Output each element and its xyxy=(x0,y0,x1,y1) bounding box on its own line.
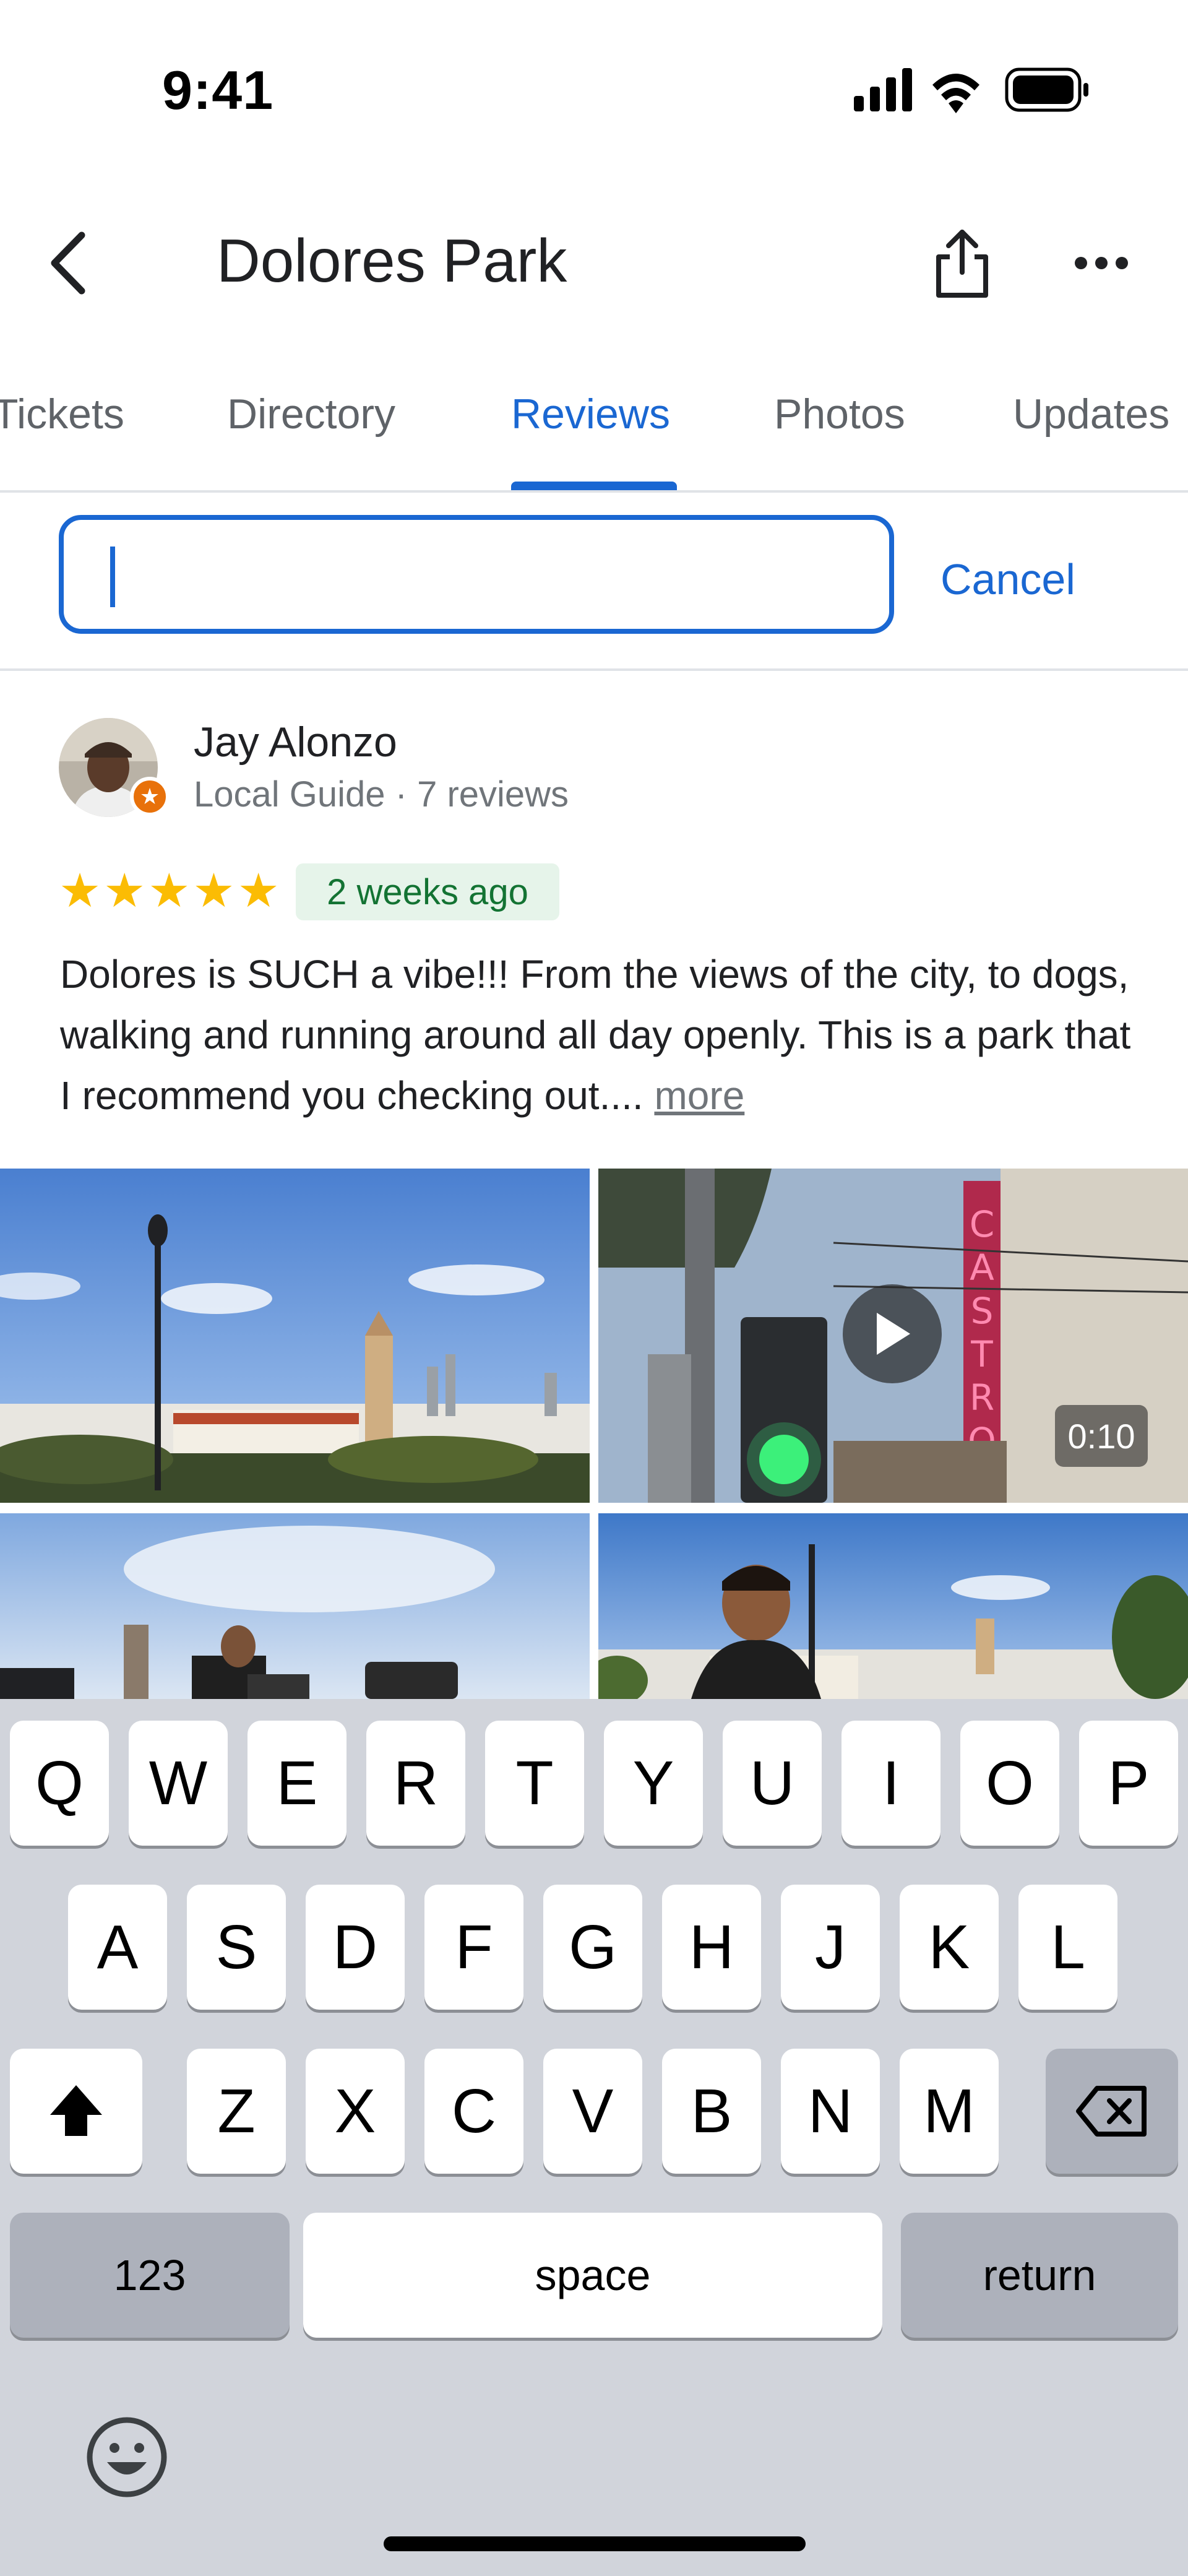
key-j[interactable]: J xyxy=(781,1885,880,2010)
battery-icon xyxy=(1005,67,1088,112)
more-horizontal-icon xyxy=(1075,257,1128,269)
tab-photos[interactable]: Photos xyxy=(774,390,905,438)
star-icon: ★ xyxy=(237,865,280,917)
share-button[interactable] xyxy=(922,220,1002,306)
space-key[interactable]: space xyxy=(303,2213,882,2338)
svg-text:C: C xyxy=(970,1203,995,1245)
emoji-button[interactable] xyxy=(84,2414,170,2500)
star-icon: ★ xyxy=(103,865,146,917)
key-n[interactable]: N xyxy=(781,2049,880,2174)
key-b[interactable]: B xyxy=(662,2049,761,2174)
tab-tickets[interactable]: Tickets xyxy=(0,390,124,438)
key-u[interactable]: U xyxy=(723,1721,822,1846)
active-tab-indicator xyxy=(511,482,677,490)
home-indicator xyxy=(384,2536,806,2551)
tab-updates[interactable]: Updates xyxy=(1013,390,1169,438)
video-duration-label: 0:10 xyxy=(1055,1405,1148,1467)
key-a[interactable]: A xyxy=(68,1885,167,2010)
key-o[interactable]: O xyxy=(960,1721,1059,1846)
shift-key[interactable] xyxy=(10,2049,142,2174)
review-author-meta: Local Guide · 7 reviews xyxy=(194,774,569,815)
key-g[interactable]: G xyxy=(543,1885,642,2010)
tab-directory[interactable]: Directory xyxy=(227,390,395,438)
review-date-badge: 2 weeks ago xyxy=(296,863,559,920)
key-i[interactable]: I xyxy=(842,1721,940,1846)
dj-photo xyxy=(0,1513,590,1699)
key-v[interactable]: V xyxy=(543,2049,642,2174)
return-key[interactable]: return xyxy=(901,2213,1178,2338)
cellular-signal-icon xyxy=(854,68,912,111)
status-icons xyxy=(854,67,1088,113)
star-icon: ★ xyxy=(192,865,235,917)
text-caret xyxy=(110,547,115,607)
svg-text:R: R xyxy=(970,1377,994,1419)
key-s[interactable]: S xyxy=(187,1885,286,2010)
tab-bar: Tickets Directory Reviews Photos Updates xyxy=(0,353,1188,493)
play-icon xyxy=(877,1313,910,1355)
key-x[interactable]: X xyxy=(306,2049,405,2174)
key-p[interactable]: P xyxy=(1079,1721,1178,1846)
key-t[interactable]: T xyxy=(485,1721,584,1846)
svg-text:A: A xyxy=(970,1247,994,1289)
park-portrait-photo xyxy=(598,1513,1188,1699)
star-icon: ★ xyxy=(148,865,191,917)
more-link[interactable]: more xyxy=(654,1073,744,1118)
emoji-icon xyxy=(87,2417,167,2497)
key-f[interactable]: F xyxy=(424,1885,523,2010)
more-options-button[interactable] xyxy=(1064,235,1138,291)
key-h[interactable]: H xyxy=(662,1885,761,2010)
divider xyxy=(0,668,1188,671)
share-icon xyxy=(936,230,988,298)
backspace-key[interactable] xyxy=(1046,2049,1178,2174)
key-l[interactable]: L xyxy=(1018,1885,1117,2010)
play-video-button[interactable] xyxy=(843,1284,942,1383)
key-r[interactable]: R xyxy=(366,1721,465,1846)
star-rating: ★ ★ ★ ★ ★ xyxy=(59,867,280,916)
review-body: Dolores is SUCH a vibe!!! From the views… xyxy=(60,952,1131,1118)
app-header xyxy=(0,0,1188,353)
review-photo[interactable] xyxy=(0,1513,590,1699)
key-m[interactable]: M xyxy=(900,2049,999,2174)
key-c[interactable]: C xyxy=(424,2049,523,2174)
key-y[interactable]: Y xyxy=(604,1721,703,1846)
review-search-input[interactable] xyxy=(59,515,894,634)
key-d[interactable]: D xyxy=(306,1885,405,2010)
park-photo xyxy=(0,1169,590,1503)
shift-icon xyxy=(50,2085,102,2136)
star-icon: ★ xyxy=(59,865,101,917)
numbers-key[interactable]: 123 xyxy=(10,2213,290,2338)
key-w[interactable]: W xyxy=(129,1721,228,1846)
cancel-button[interactable]: Cancel xyxy=(940,555,1075,604)
review-photo[interactable] xyxy=(598,1513,1188,1699)
key-e[interactable]: E xyxy=(248,1721,346,1846)
key-z[interactable]: Z xyxy=(187,2049,286,2174)
svg-text:S: S xyxy=(971,1290,994,1332)
page-title: Dolores Park xyxy=(217,227,567,295)
wifi-icon xyxy=(932,74,979,113)
chevron-left-icon xyxy=(51,231,85,295)
review-photo[interactable] xyxy=(0,1169,590,1503)
key-q[interactable]: Q xyxy=(10,1721,109,1846)
key-k[interactable]: K xyxy=(900,1885,999,2010)
backspace-icon xyxy=(1076,2086,1147,2137)
back-button[interactable] xyxy=(37,223,99,303)
local-guide-badge-icon: ★ xyxy=(130,777,170,816)
svg-text:T: T xyxy=(970,1333,993,1375)
review-author-name[interactable]: Jay Alonzo xyxy=(194,718,397,766)
review-text: Dolores is SUCH a vibe!!! From the views… xyxy=(60,944,1149,1126)
status-time: 9:41 xyxy=(162,59,274,121)
tab-reviews[interactable]: Reviews xyxy=(511,390,670,438)
